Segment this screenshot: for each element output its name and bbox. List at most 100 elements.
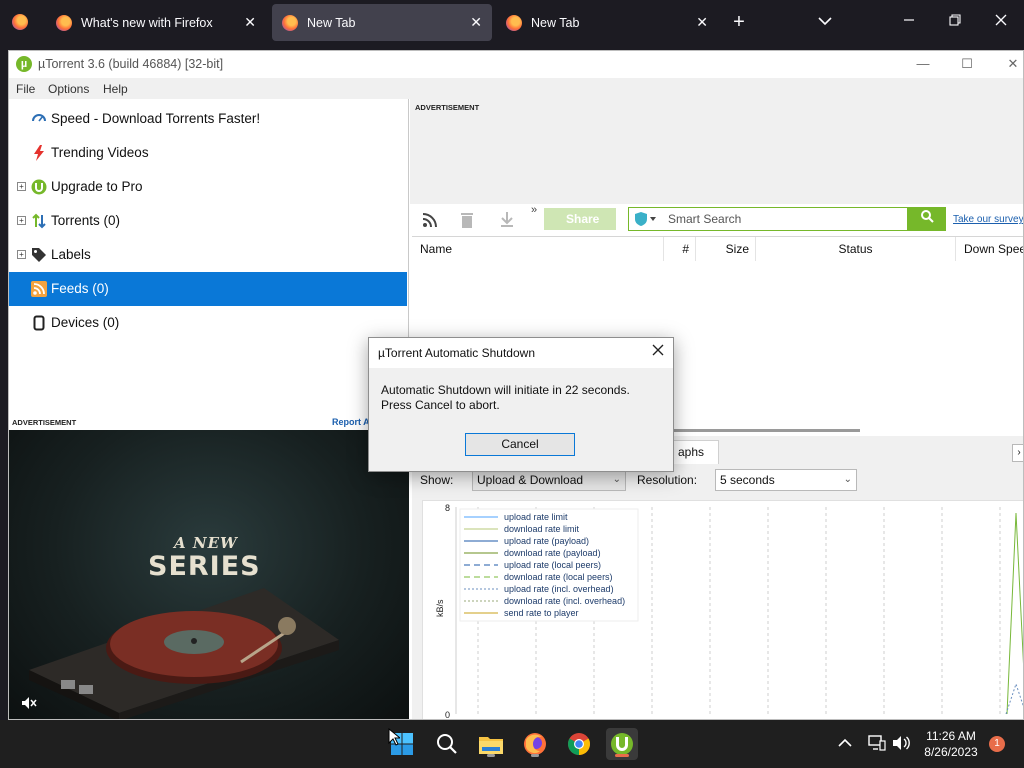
expand-plus-icon[interactable]: + bbox=[17, 182, 26, 191]
volume-icon[interactable] bbox=[892, 735, 910, 754]
legend-entry: download rate (payload) bbox=[504, 548, 601, 558]
window-minimize-icon[interactable]: — bbox=[903, 53, 943, 75]
details-pane: aphs › Show: Upload & Download ⌄ Resolut… bbox=[412, 436, 1023, 719]
cancel-button[interactable]: Cancel bbox=[465, 433, 575, 456]
notification-badge[interactable]: 1 bbox=[989, 736, 1005, 752]
show-label: Show: bbox=[420, 473, 454, 487]
trash-icon[interactable] bbox=[460, 211, 474, 231]
clock-date: 8/26/2023 bbox=[924, 745, 978, 759]
mute-icon[interactable] bbox=[21, 696, 37, 713]
ad-label: ADVERTISEMENT bbox=[415, 103, 480, 112]
show-select-value: Upload & Download bbox=[477, 473, 584, 487]
graph-series-line bbox=[1005, 682, 1023, 715]
search-button[interactable] bbox=[908, 207, 946, 231]
share-label: Share bbox=[566, 212, 600, 226]
sidebar-item-devices[interactable]: Devices (0) bbox=[9, 306, 407, 340]
browser-restore-icon[interactable] bbox=[940, 8, 970, 36]
download-icon[interactable] bbox=[500, 211, 514, 231]
legend-entry: upload rate limit bbox=[504, 512, 568, 522]
show-hidden-icons-chevron-icon[interactable] bbox=[838, 737, 852, 751]
browser-tab-strip: What's new with Firefox ✕ New Tab ✕ New … bbox=[0, 0, 1024, 45]
search-icon[interactable] bbox=[431, 728, 463, 760]
utorrent-title-bar: µ µTorrent 3.6 (build 46884) [32-bit] — … bbox=[9, 51, 1023, 77]
column-header-name[interactable]: Name bbox=[412, 237, 664, 261]
firefox-menu-icon[interactable] bbox=[12, 14, 28, 30]
close-tab-icon[interactable]: ✕ bbox=[470, 14, 482, 31]
menu-file[interactable]: File bbox=[16, 82, 35, 96]
browser-tab-new-tab-active[interactable]: New Tab ✕ bbox=[272, 4, 492, 41]
report-ad-link[interactable]: Report A bbox=[332, 417, 370, 427]
show-select[interactable]: Upload & Download ⌄ bbox=[472, 469, 626, 491]
utorrent-logo-icon bbox=[31, 179, 47, 195]
dialog-title-bar: µTorrent Automatic Shutdown bbox=[369, 338, 673, 368]
browser-close-icon[interactable] bbox=[986, 8, 1016, 36]
window-maximize-icon[interactable]: ☐ bbox=[947, 53, 987, 75]
sidebar-item-label: Feeds (0) bbox=[51, 281, 109, 296]
y-tick-label: 8 bbox=[445, 503, 450, 513]
sidebar: Speed - Download Torrents Faster! Trendi… bbox=[9, 99, 409, 414]
tag-icon bbox=[31, 247, 47, 263]
legend-entry: download rate (local peers) bbox=[504, 572, 613, 582]
close-tab-icon[interactable]: ✕ bbox=[696, 14, 708, 31]
expand-plus-icon[interactable]: + bbox=[17, 216, 26, 225]
legend-entry: upload rate (local peers) bbox=[504, 560, 601, 570]
sidebar-item-torrents[interactable]: + Torrents (0) bbox=[9, 204, 407, 238]
running-indicator bbox=[531, 754, 539, 757]
firefox-taskbar-icon[interactable] bbox=[519, 728, 551, 760]
dialog-close-icon[interactable] bbox=[652, 344, 664, 359]
share-button[interactable]: Share bbox=[544, 208, 616, 230]
sidebar-item-upgrade-to-pro[interactable]: + Upgrade to Pro bbox=[9, 170, 407, 204]
survey-link[interactable]: Take our survey bbox=[953, 214, 1023, 225]
ad-label: ADVERTISEMENT bbox=[12, 418, 77, 427]
expand-plus-icon[interactable]: + bbox=[17, 250, 26, 259]
ad-video[interactable]: A NEW SERIES bbox=[9, 430, 409, 719]
browser-tab-new-tab[interactable]: New Tab ✕ bbox=[496, 4, 718, 41]
file-explorer-icon[interactable] bbox=[475, 728, 507, 760]
sidebar-item-label: Labels bbox=[51, 247, 91, 262]
utorrent-logo-icon: µ bbox=[16, 56, 32, 72]
resolution-select[interactable]: 5 seconds ⌄ bbox=[715, 469, 857, 491]
legend-entry: download rate limit bbox=[504, 524, 580, 534]
smart-search-box[interactable]: Smart Search bbox=[628, 207, 908, 231]
transfer-graph: 8 0 kB/s upload rate limit download rate lim… bbox=[422, 500, 1023, 719]
horizontal-scrollbar[interactable] bbox=[660, 429, 860, 432]
clock[interactable]: 11:26 AM 8/26/2023 bbox=[916, 728, 986, 760]
search-shield-icon[interactable] bbox=[634, 211, 656, 230]
new-tab-plus-icon[interactable]: + bbox=[724, 8, 754, 36]
right-advertisement: ADVERTISEMENT bbox=[410, 99, 1023, 204]
close-tab-icon[interactable]: ✕ bbox=[244, 14, 256, 31]
column-header-number[interactable]: # bbox=[664, 237, 696, 261]
tab-graphs[interactable]: aphs bbox=[671, 440, 719, 464]
legend-entry: upload rate (payload) bbox=[504, 536, 589, 546]
toolbar-overflow-icon[interactable]: » bbox=[531, 204, 537, 216]
add-rss-feed-icon[interactable] bbox=[422, 212, 438, 231]
column-header-status[interactable]: Status bbox=[756, 237, 956, 261]
automatic-shutdown-dialog: µTorrent Automatic Shutdown Automatic Sh… bbox=[368, 337, 674, 472]
sidebar-item-feeds[interactable]: Feeds (0) bbox=[9, 272, 407, 306]
utorrent-taskbar-icon[interactable] bbox=[606, 728, 638, 760]
menu-options[interactable]: Options bbox=[48, 82, 89, 96]
sidebar-item-label: Torrents (0) bbox=[51, 213, 121, 228]
sidebar-item-labels[interactable]: + Labels bbox=[9, 238, 407, 272]
column-header-size[interactable]: Size bbox=[696, 237, 756, 261]
window-close-icon[interactable]: ✕ bbox=[993, 53, 1023, 75]
dialog-body: Automatic Shutdown will initiate in 22 s… bbox=[369, 368, 673, 471]
browser-minimize-icon[interactable] bbox=[894, 8, 924, 36]
search-input[interactable]: Smart Search bbox=[668, 212, 741, 226]
firefox-favicon-icon bbox=[56, 14, 72, 31]
sidebar-item-trending-videos[interactable]: Trending Videos bbox=[9, 136, 407, 170]
transfer-graph-svg: 8 0 kB/s upload rate limit download rate lim… bbox=[435, 503, 1023, 719]
browser-tab-whats-new[interactable]: What's new with Firefox ✕ bbox=[46, 4, 266, 41]
tabs-scroll-chevron-icon[interactable]: › bbox=[1012, 444, 1023, 462]
resolution-label: Resolution: bbox=[637, 473, 698, 487]
dialog-message-line1: Automatic Shutdown will initiate in 22 s… bbox=[381, 383, 630, 397]
sidebar-item-speed[interactable]: Speed - Download Torrents Faster! bbox=[9, 102, 407, 136]
resolution-select-value: 5 seconds bbox=[720, 473, 775, 487]
menu-help[interactable]: Help bbox=[103, 82, 128, 96]
list-all-tabs-chevron-icon[interactable] bbox=[810, 8, 840, 36]
chrome-taskbar-icon[interactable] bbox=[563, 728, 595, 760]
legend-entry: send rate to player bbox=[504, 608, 579, 618]
network-icon[interactable] bbox=[868, 735, 886, 754]
column-header-down-speed[interactable]: Down Speed bbox=[956, 237, 1023, 261]
tab-title: New Tab bbox=[531, 15, 580, 30]
